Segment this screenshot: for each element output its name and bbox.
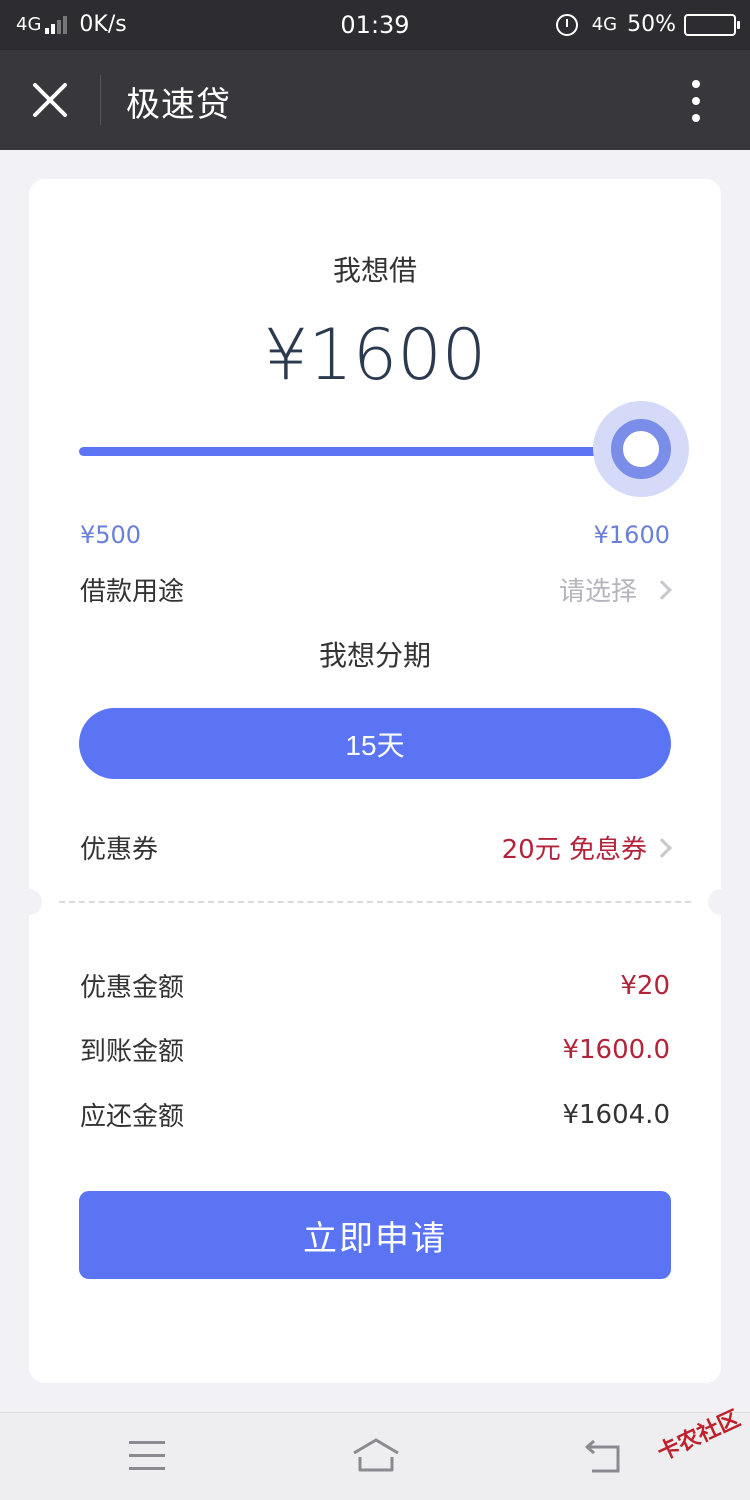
discount-amount-value: ¥20 [620, 970, 670, 1001]
slider-max-label: ¥1600 [593, 521, 670, 549]
arrival-amount-value: ¥1600.0 [562, 1034, 670, 1065]
repay-amount-label: 应还金额 [80, 1102, 185, 1132]
borrow-amount: ¥1600 [263, 314, 487, 396]
coupon-value-text: 20元 免息券 [501, 835, 647, 865]
loan-purpose-placeholder: 请选择 [558, 577, 637, 607]
installment-period-button[interactable]: 15天 [79, 708, 671, 779]
discount-amount-label: 优惠金额 [80, 973, 185, 1003]
system-nav-bar [0, 1412, 750, 1500]
loan-purpose-row[interactable]: 借款用途 请选择 [80, 571, 675, 608]
slider-min-label: ¥500 [80, 521, 142, 549]
status-bar: 4G 0K/s 01:39 4G 50% [0, 0, 750, 50]
battery-icon [684, 13, 740, 36]
arrival-amount-label: 到账金额 [80, 1037, 185, 1067]
loan-purpose-label: 借款用途 [80, 577, 185, 607]
more-options-icon[interactable] [690, 80, 702, 122]
coupon-value[interactable]: 20元 免息券 [502, 829, 675, 866]
installment-title: 我想分期 [318, 639, 431, 672]
coupon-label: 优惠券 [80, 835, 159, 865]
chevron-right-icon [652, 579, 672, 600]
chevron-right-icon [652, 837, 672, 858]
coupon-row[interactable]: 优惠券 20元 免息券 [80, 829, 675, 866]
loan-purpose-select[interactable]: 请选择 [559, 571, 675, 608]
ticket-notch-left [16, 889, 42, 915]
nav-divider [100, 75, 101, 125]
dashed-divider [59, 901, 691, 903]
apply-now-button[interactable]: 立即申请 [79, 1191, 671, 1279]
back-icon[interactable] [584, 1437, 624, 1477]
page-title: 极速贷 [126, 85, 231, 125]
repay-amount-row: 应还金额 ¥1604.0 [80, 1096, 670, 1133]
network-type-right: 4G [591, 14, 618, 35]
alarm-icon [555, 13, 578, 36]
status-right: 4G 50% [555, 12, 740, 37]
nav-bar: 极速贷 [0, 50, 750, 150]
amount-slider-track[interactable] [79, 447, 639, 456]
repay-amount-value: ¥1604.0 [562, 1099, 670, 1130]
close-icon[interactable] [30, 80, 70, 120]
discount-amount-row: 优惠金额 ¥20 [80, 967, 670, 1004]
home-icon[interactable] [352, 1437, 400, 1473]
battery-percent: 50% [627, 12, 676, 37]
loan-card: 我想借 ¥1600 ¥500 ¥1600 借款用途 请选择 我想分期 15天 优… [16, 179, 734, 1383]
borrow-label: 我想借 [332, 254, 417, 287]
ticket-notch-right [708, 889, 734, 915]
amount-slider-handle[interactable] [611, 419, 671, 479]
arrival-amount-row: 到账金额 ¥1600.0 [80, 1031, 670, 1068]
menu-icon[interactable] [129, 1441, 165, 1471]
